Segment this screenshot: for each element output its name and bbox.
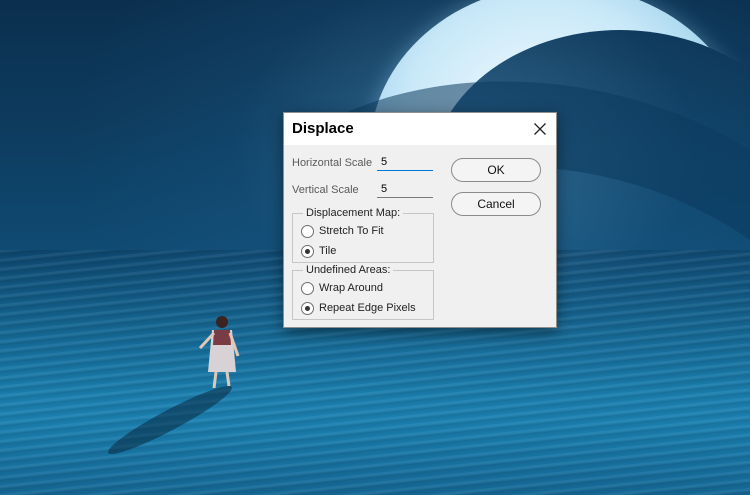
undefined-areas-legend: Undefined Areas:: [303, 264, 394, 276]
radio-label: Tile: [319, 245, 337, 257]
horizontal-scale-input[interactable]: 5: [377, 154, 433, 171]
radio-button-selected[interactable]: [301, 245, 314, 258]
radio-button[interactable]: [301, 225, 314, 238]
undefined-areas-group: Undefined Areas: Wrap Around Repeat Edge…: [292, 264, 434, 320]
radio-label: Wrap Around: [319, 282, 384, 294]
displace-dialog: Displace Horizontal Scale 5 Vertical Sca…: [283, 112, 557, 328]
vertical-scale-label: Vertical Scale: [292, 184, 359, 196]
dialog-titlebar[interactable]: Displace: [284, 113, 556, 145]
dialog-title: Displace: [292, 120, 354, 137]
radio-button-selected[interactable]: [301, 302, 314, 315]
vertical-scale-input[interactable]: 5: [377, 181, 433, 198]
displacement-map-legend: Displacement Map:: [303, 207, 404, 219]
radio-label: Repeat Edge Pixels: [319, 302, 416, 314]
radio-label: Stretch To Fit: [319, 225, 384, 237]
close-button[interactable]: [524, 113, 556, 145]
ok-button[interactable]: OK: [451, 158, 541, 182]
displacement-map-group: Displacement Map: Stretch To Fit Tile: [292, 207, 434, 263]
cancel-button[interactable]: Cancel: [451, 192, 541, 216]
horizontal-scale-label: Horizontal Scale: [292, 157, 373, 169]
radio-button[interactable]: [301, 282, 314, 295]
close-icon: [534, 123, 546, 135]
